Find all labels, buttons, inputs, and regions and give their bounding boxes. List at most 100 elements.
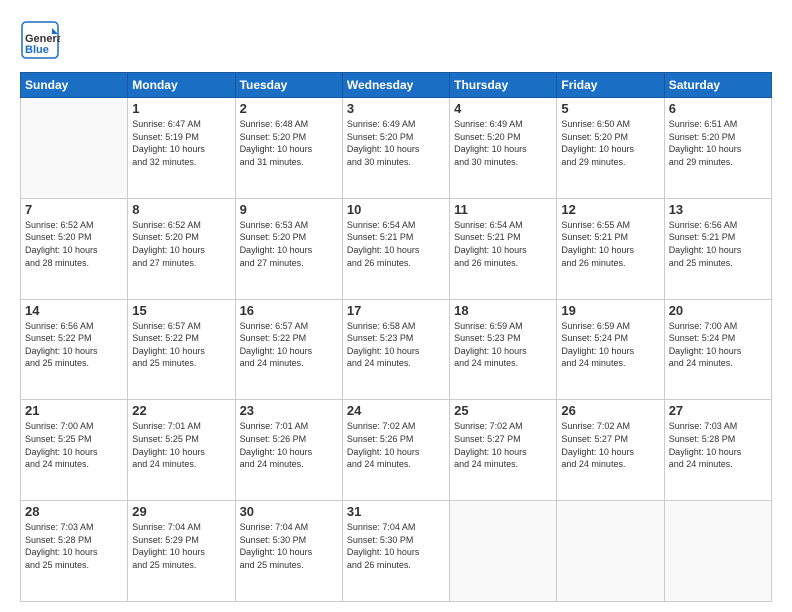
calendar-cell: 4 Sunrise: 6:49 AM Sunset: 5:20 PM Daylig…: [450, 98, 557, 199]
calendar-cell: 11 Sunrise: 6:54 AM Sunset: 5:21 PM Dayli…: [450, 198, 557, 299]
calendar-cell: 3 Sunrise: 6:49 AM Sunset: 5:20 PM Daylig…: [342, 98, 449, 199]
day-number: 6: [669, 101, 767, 116]
day-info: Sunrise: 6:54 AM Sunset: 5:21 PM Dayligh…: [347, 219, 445, 269]
day-number: 3: [347, 101, 445, 116]
day-info: Sunrise: 7:01 AM Sunset: 5:26 PM Dayligh…: [240, 420, 338, 470]
day-number: 5: [561, 101, 659, 116]
day-number: 10: [347, 202, 445, 217]
day-number: 2: [240, 101, 338, 116]
page: General Blue SundayMondayTuesdayWednesda…: [0, 0, 792, 612]
calendar-cell: [557, 501, 664, 602]
calendar-cell: 23Sunrise: 7:01 AM Sunset: 5:26 PM Dayli…: [235, 400, 342, 501]
day-info: Sunrise: 6:55 AM Sunset: 5:21 PM Dayligh…: [561, 219, 659, 269]
day-number: 16: [240, 303, 338, 318]
logo-icon: General Blue: [20, 20, 60, 60]
calendar-cell: 15 Sunrise: 6:57 AM Sunset: 5:22 PM Dayli…: [128, 299, 235, 400]
calendar-header-friday: Friday: [557, 73, 664, 98]
day-number: 1: [132, 101, 230, 116]
calendar-cell: 21 Sunrise: 7:00 AM Sunset: 5:25 PM Dayli…: [21, 400, 128, 501]
day-number: 15: [132, 303, 230, 318]
calendar-cell: 25 Sunrise: 7:02 AM Sunset: 5:27 PM Dayli…: [450, 400, 557, 501]
day-number: 12: [561, 202, 659, 217]
day-info: Sunrise: 6:49 AM Sunset: 5:20 PM Dayligh…: [454, 118, 552, 168]
day-info: Sunrise: 6:58 AM Sunset: 5:23 PM Dayligh…: [347, 320, 445, 370]
day-info: Sunrise: 7:00 AM Sunset: 5:25 PM Dayligh…: [25, 420, 123, 470]
day-info: Sunrise: 6:54 AM Sunset: 5:21 PM Dayligh…: [454, 219, 552, 269]
calendar-cell: 26Sunrise: 7:02 AM Sunset: 5:27 PM Dayli…: [557, 400, 664, 501]
calendar-cell: 16 Sunrise: 6:57 AM Sunset: 5:22 PM Dayli…: [235, 299, 342, 400]
calendar-header-sunday: Sunday: [21, 73, 128, 98]
calendar-header-saturday: Saturday: [664, 73, 771, 98]
calendar-cell: 18 Sunrise: 6:59 AM Sunset: 5:23 PM Dayli…: [450, 299, 557, 400]
day-info: Sunrise: 6:59 AM Sunset: 5:23 PM Dayligh…: [454, 320, 552, 370]
calendar-cell: 8Sunrise: 6:52 AM Sunset: 5:20 PM Daylig…: [128, 198, 235, 299]
svg-text:Blue: Blue: [25, 44, 49, 56]
calendar-cell: 9Sunrise: 6:53 AM Sunset: 5:20 PM Daylig…: [235, 198, 342, 299]
calendar-header-thursday: Thursday: [450, 73, 557, 98]
calendar-table: SundayMondayTuesdayWednesdayThursdayFrid…: [20, 72, 772, 602]
day-number: 25: [454, 403, 552, 418]
calendar-cell: 28 Sunrise: 7:03 AM Sunset: 5:28 PM Dayli…: [21, 501, 128, 602]
day-number: 29: [132, 504, 230, 519]
day-number: 8: [132, 202, 230, 217]
calendar-cell: 10 Sunrise: 6:54 AM Sunset: 5:21 PM Dayli…: [342, 198, 449, 299]
day-info: Sunrise: 6:49 AM Sunset: 5:20 PM Dayligh…: [347, 118, 445, 168]
day-number: 4: [454, 101, 552, 116]
day-info: Sunrise: 6:56 AM Sunset: 5:22 PM Dayligh…: [25, 320, 123, 370]
day-info: Sunrise: 7:04 AM Sunset: 5:30 PM Dayligh…: [240, 521, 338, 571]
calendar-cell: [450, 501, 557, 602]
day-info: Sunrise: 6:52 AM Sunset: 5:20 PM Dayligh…: [25, 219, 123, 269]
day-number: 17: [347, 303, 445, 318]
calendar-cell: 29Sunrise: 7:04 AM Sunset: 5:29 PM Dayli…: [128, 501, 235, 602]
calendar-cell: 12 Sunrise: 6:55 AM Sunset: 5:21 PM Dayli…: [557, 198, 664, 299]
calendar-cell: 5 Sunrise: 6:50 AM Sunset: 5:20 PM Daylig…: [557, 98, 664, 199]
calendar-cell: 13Sunrise: 6:56 AM Sunset: 5:21 PM Dayli…: [664, 198, 771, 299]
day-number: 14: [25, 303, 123, 318]
calendar-cell: 6 Sunrise: 6:51 AM Sunset: 5:20 PM Daylig…: [664, 98, 771, 199]
calendar-cell: 17 Sunrise: 6:58 AM Sunset: 5:23 PM Dayli…: [342, 299, 449, 400]
calendar-week-row: 14 Sunrise: 6:56 AM Sunset: 5:22 PM Dayli…: [21, 299, 772, 400]
calendar-cell: 27Sunrise: 7:03 AM Sunset: 5:28 PM Dayli…: [664, 400, 771, 501]
day-number: 7: [25, 202, 123, 217]
calendar-header-row: SundayMondayTuesdayWednesdayThursdayFrid…: [21, 73, 772, 98]
day-info: Sunrise: 7:02 AM Sunset: 5:27 PM Dayligh…: [454, 420, 552, 470]
day-info: Sunrise: 6:48 AM Sunset: 5:20 PM Dayligh…: [240, 118, 338, 168]
day-number: 13: [669, 202, 767, 217]
day-number: 21: [25, 403, 123, 418]
calendar-header-monday: Monday: [128, 73, 235, 98]
day-number: 20: [669, 303, 767, 318]
day-number: 24: [347, 403, 445, 418]
calendar-header-tuesday: Tuesday: [235, 73, 342, 98]
calendar-week-row: 21 Sunrise: 7:00 AM Sunset: 5:25 PM Dayli…: [21, 400, 772, 501]
day-info: Sunrise: 6:57 AM Sunset: 5:22 PM Dayligh…: [132, 320, 230, 370]
day-number: 18: [454, 303, 552, 318]
day-info: Sunrise: 7:01 AM Sunset: 5:25 PM Dayligh…: [132, 420, 230, 470]
logo: General Blue: [20, 20, 60, 60]
calendar-cell: 31Sunrise: 7:04 AM Sunset: 5:30 PM Dayli…: [342, 501, 449, 602]
day-info: Sunrise: 7:02 AM Sunset: 5:26 PM Dayligh…: [347, 420, 445, 470]
day-info: Sunrise: 7:00 AM Sunset: 5:24 PM Dayligh…: [669, 320, 767, 370]
day-number: 27: [669, 403, 767, 418]
calendar-cell: 1Sunrise: 6:47 AM Sunset: 5:19 PM Daylig…: [128, 98, 235, 199]
calendar-cell: 14 Sunrise: 6:56 AM Sunset: 5:22 PM Dayli…: [21, 299, 128, 400]
day-info: Sunrise: 6:51 AM Sunset: 5:20 PM Dayligh…: [669, 118, 767, 168]
day-number: 22: [132, 403, 230, 418]
day-number: 31: [347, 504, 445, 519]
day-number: 11: [454, 202, 552, 217]
day-number: 30: [240, 504, 338, 519]
header: General Blue: [20, 20, 772, 60]
day-info: Sunrise: 6:57 AM Sunset: 5:22 PM Dayligh…: [240, 320, 338, 370]
calendar-week-row: 7 Sunrise: 6:52 AM Sunset: 5:20 PM Daylig…: [21, 198, 772, 299]
calendar-cell: 22 Sunrise: 7:01 AM Sunset: 5:25 PM Dayli…: [128, 400, 235, 501]
day-number: 19: [561, 303, 659, 318]
calendar-week-row: 1Sunrise: 6:47 AM Sunset: 5:19 PM Daylig…: [21, 98, 772, 199]
day-info: Sunrise: 6:50 AM Sunset: 5:20 PM Dayligh…: [561, 118, 659, 168]
calendar-cell: 20 Sunrise: 7:00 AM Sunset: 5:24 PM Dayli…: [664, 299, 771, 400]
calendar-week-row: 28 Sunrise: 7:03 AM Sunset: 5:28 PM Dayli…: [21, 501, 772, 602]
day-info: Sunrise: 7:03 AM Sunset: 5:28 PM Dayligh…: [25, 521, 123, 571]
day-number: 28: [25, 504, 123, 519]
day-info: Sunrise: 6:53 AM Sunset: 5:20 PM Dayligh…: [240, 219, 338, 269]
calendar-cell: 24 Sunrise: 7:02 AM Sunset: 5:26 PM Dayli…: [342, 400, 449, 501]
calendar-cell: [664, 501, 771, 602]
day-info: Sunrise: 7:02 AM Sunset: 5:27 PM Dayligh…: [561, 420, 659, 470]
